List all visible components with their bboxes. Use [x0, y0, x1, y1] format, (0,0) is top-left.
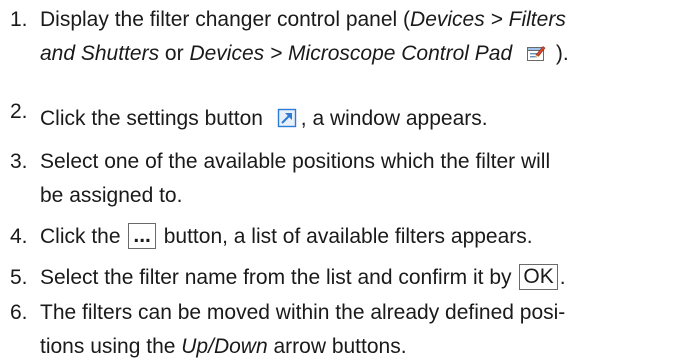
step-text-part: or — [159, 42, 190, 65]
step-text-part: button, a list of available filters appe… — [163, 225, 533, 248]
step-text-part: tions using the — [40, 335, 182, 358]
control-pad-icon — [527, 46, 546, 61]
step-number: 1. — [10, 8, 28, 31]
step-number: 2. — [10, 100, 28, 123]
step-text: Display the filter changer control panel… — [40, 3, 680, 71]
step-text-part: arrow buttons. — [267, 335, 407, 358]
step-number: 3. — [10, 150, 28, 173]
menu-path: Devices > Filters — [410, 8, 566, 31]
step-text-part: be assigned to. — [40, 184, 183, 207]
settings-expand-icon — [277, 108, 296, 128]
step-number: 5. — [10, 266, 28, 289]
step-text: Select the filter name from the list and… — [40, 261, 680, 295]
menu-path: Devices > Microscope Control Pad — [189, 42, 513, 65]
step-text-part: Click the — [40, 225, 121, 248]
step-text: Click the ... button, a list of availabl… — [40, 220, 680, 254]
step-text-part: Click the settings button — [40, 107, 263, 130]
step-text: The filters can be moved within the alre… — [40, 296, 680, 364]
button-name: Up/Down — [181, 335, 268, 358]
step-text-part: The filters can be moved within the alre… — [40, 301, 566, 324]
step-text-part: Display the filter changer control panel… — [40, 8, 411, 31]
browse-button: ... — [128, 223, 156, 249]
step-number: 4. — [10, 225, 28, 248]
step-text: Click the settings button , a window app… — [40, 102, 680, 136]
step-text-part: , a window appears. — [300, 107, 488, 130]
step-text: Select one of the available positions wh… — [40, 145, 680, 213]
instruction-list: 1. Display the filter changer control pa… — [0, 0, 685, 360]
step-number: 6. — [10, 301, 28, 324]
step-text-part: Select one of the available positions wh… — [40, 150, 551, 173]
step-text-part: Select the filter name from the list and… — [40, 266, 512, 289]
menu-path: and Shutters — [40, 42, 160, 65]
step-text-part: . — [559, 266, 566, 289]
ok-button: OK — [519, 264, 558, 290]
step-text-part: ). — [550, 42, 569, 65]
